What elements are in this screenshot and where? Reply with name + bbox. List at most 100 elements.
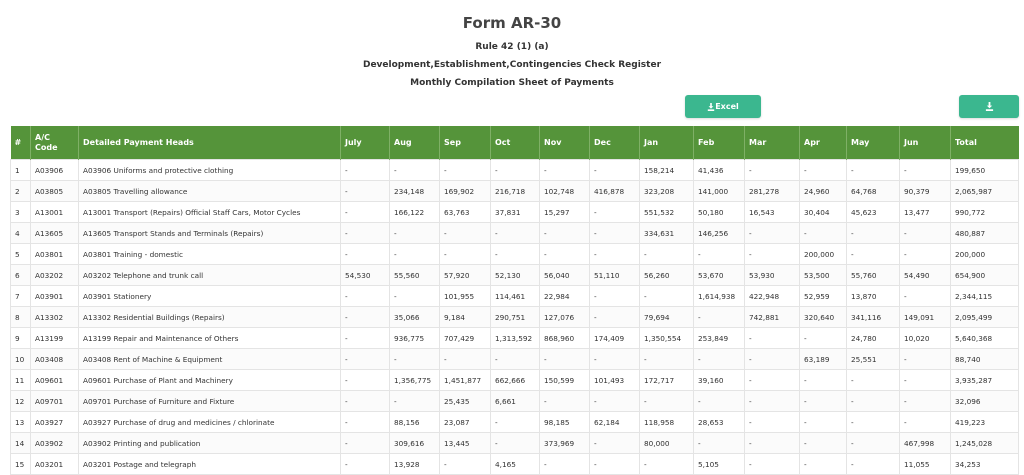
table-cell: 5,640,368 bbox=[950, 327, 1019, 349]
table-cell: 1 bbox=[10, 159, 31, 181]
table-cell: 79,694 bbox=[639, 306, 694, 328]
table-cell: 56,260 bbox=[639, 264, 694, 286]
sheet-subtitle: Monthly Compilation Sheet of Payments bbox=[410, 78, 614, 88]
table-cell: 101,955 bbox=[439, 285, 491, 307]
table-cell: - bbox=[744, 453, 800, 475]
table-cell: - bbox=[589, 432, 640, 454]
table-cell: 7 bbox=[10, 285, 31, 307]
table-cell: - bbox=[340, 306, 390, 328]
table-cell: 467,998 bbox=[899, 432, 951, 454]
table-cell: A13199 Repair and Maintenance of Others bbox=[78, 327, 341, 349]
table-cell: - bbox=[639, 390, 694, 412]
table-cell: 11 bbox=[10, 369, 31, 391]
table-cell: - bbox=[490, 432, 540, 454]
column-header: A/C Code bbox=[30, 126, 79, 160]
table-cell: 9 bbox=[10, 327, 31, 349]
table-cell: 16,543 bbox=[744, 201, 800, 223]
table-cell: - bbox=[490, 348, 540, 370]
table-cell: - bbox=[340, 390, 390, 412]
table-cell: 416,878 bbox=[589, 180, 640, 202]
table-cell: - bbox=[589, 348, 640, 370]
table-cell: 80,000 bbox=[639, 432, 694, 454]
table-cell: - bbox=[846, 411, 900, 433]
table-cell: 654,900 bbox=[950, 264, 1019, 286]
table-cell: 146,256 bbox=[693, 222, 745, 244]
column-header: Apr bbox=[799, 126, 847, 160]
table-cell: - bbox=[799, 453, 847, 475]
table-cell: 114,461 bbox=[490, 285, 540, 307]
table-cell: 28,653 bbox=[693, 411, 745, 433]
table-cell: - bbox=[439, 453, 491, 475]
table-cell: 23,087 bbox=[439, 411, 491, 433]
table-cell: 141,000 bbox=[693, 180, 745, 202]
table-cell: 63,189 bbox=[799, 348, 847, 370]
table-cell: 172,717 bbox=[639, 369, 694, 391]
table-cell: 11,055 bbox=[899, 453, 951, 475]
excel-export-button[interactable]: Excel bbox=[685, 95, 761, 118]
table-cell: - bbox=[340, 432, 390, 454]
table-cell: 166,122 bbox=[389, 201, 440, 223]
table-cell: - bbox=[589, 390, 640, 412]
table-cell: - bbox=[799, 327, 847, 349]
table-cell: A13199 bbox=[30, 327, 79, 349]
table-row: 5 A03801 A03801 Training - domestic - - - - - - -… bbox=[10, 243, 1019, 265]
table-cell: A03906 Uniforms and protective clothing bbox=[78, 159, 341, 181]
table-cell: - bbox=[693, 390, 745, 412]
table-cell: 13,928 bbox=[389, 453, 440, 475]
table-cell: - bbox=[340, 243, 390, 265]
table-body: 1 A03906 A03906 Uniforms and protective cl… bbox=[10, 159, 1019, 475]
table-cell: - bbox=[389, 348, 440, 370]
table-cell: 52,130 bbox=[490, 264, 540, 286]
table-row: 7 A03901 A03901 Stationery - -101,955 114,461… bbox=[10, 285, 1019, 307]
table-cell: 15 bbox=[10, 453, 31, 475]
table-cell: - bbox=[799, 432, 847, 454]
table-cell: A03202 Telephone and trunk call bbox=[78, 264, 341, 286]
table-cell: 37,831 bbox=[490, 201, 540, 223]
table-cell: - bbox=[340, 348, 390, 370]
table-cell: - bbox=[340, 159, 390, 181]
table-cell: - bbox=[899, 285, 951, 307]
table-cell: 34,253 bbox=[950, 453, 1019, 475]
table-cell: - bbox=[639, 453, 694, 475]
table-cell: - bbox=[340, 201, 390, 223]
table-cell: 2,344,115 bbox=[950, 285, 1019, 307]
payments-table: # A/C Code Detailed Payment Heads July Aug Se… bbox=[10, 126, 1019, 475]
table-cell: A13001 bbox=[30, 201, 79, 223]
table-cell: - bbox=[899, 369, 951, 391]
table-cell: - bbox=[539, 390, 590, 412]
table-cell: 5,105 bbox=[693, 453, 745, 475]
table-cell: 13,445 bbox=[439, 432, 491, 454]
table-cell: 1,313,592 bbox=[490, 327, 540, 349]
table-cell: - bbox=[639, 243, 694, 265]
table-cell: - bbox=[340, 453, 390, 475]
table-cell: - bbox=[389, 243, 440, 265]
column-header: Mar bbox=[744, 126, 800, 160]
table-cell: 253,849 bbox=[693, 327, 745, 349]
table-cell: 63,763 bbox=[439, 201, 491, 223]
table-row: 9 A13199 A13199 Repair and Maintenance of … bbox=[10, 327, 1019, 349]
column-header: May bbox=[846, 126, 900, 160]
column-header: Dec bbox=[589, 126, 640, 160]
table-cell: - bbox=[744, 243, 800, 265]
table-cell: - bbox=[589, 222, 640, 244]
table-cell: - bbox=[639, 285, 694, 307]
column-header: Jun bbox=[899, 126, 951, 160]
table-cell: A03902 Printing and publication bbox=[78, 432, 341, 454]
table-cell: 54,490 bbox=[899, 264, 951, 286]
table-cell: - bbox=[490, 222, 540, 244]
download-button[interactable] bbox=[959, 95, 1019, 118]
table-cell: 1,350,554 bbox=[639, 327, 694, 349]
table-cell: 1,451,877 bbox=[439, 369, 491, 391]
table-cell: - bbox=[799, 390, 847, 412]
table-cell: 55,760 bbox=[846, 264, 900, 286]
table-cell: - bbox=[744, 327, 800, 349]
table-cell: 127,076 bbox=[539, 306, 590, 328]
table-cell: - bbox=[846, 159, 900, 181]
table-cell: A03902 bbox=[30, 432, 79, 454]
table-cell: 10,020 bbox=[899, 327, 951, 349]
table-cell: 22,984 bbox=[539, 285, 590, 307]
table-cell: A03201 bbox=[30, 453, 79, 475]
table-cell: - bbox=[539, 348, 590, 370]
table-cell: - bbox=[846, 222, 900, 244]
table-cell: 341,116 bbox=[846, 306, 900, 328]
